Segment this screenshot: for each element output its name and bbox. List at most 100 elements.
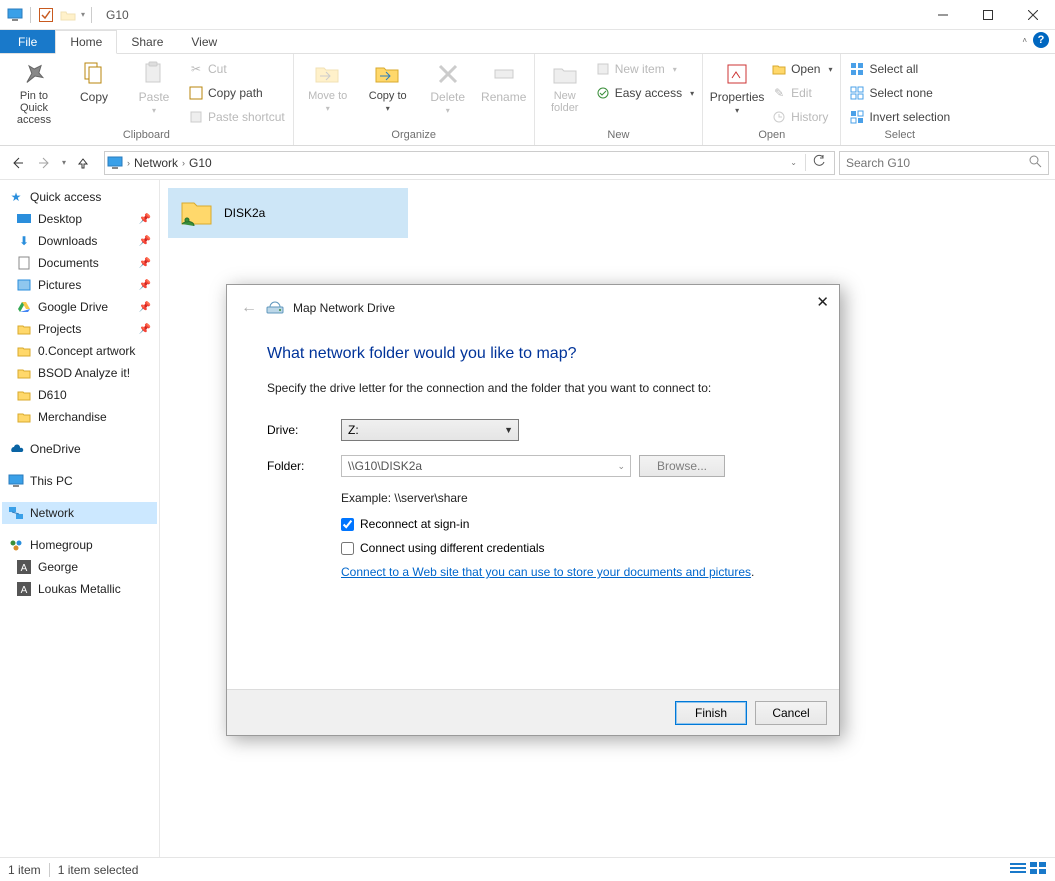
share-item-label: DISK2a [224,206,265,220]
breadcrumb-network[interactable]: Network [134,156,178,170]
finish-button[interactable]: Finish [675,701,747,725]
diff-credentials-input[interactable] [341,542,354,555]
new-item-icon [595,61,611,77]
network-icon [8,505,24,521]
sidebar-item-projects[interactable]: Projects📌 [2,318,157,340]
move-to-icon [312,60,344,88]
properties-button[interactable]: Properties▾ [709,56,765,115]
onedrive-icon [8,441,24,457]
sidebar-item-desktop[interactable]: Desktop📌 [2,208,157,230]
copy-to-label: Copy to [369,90,407,102]
ribbon: Pin to Quick access Copy Paste ▾ ✂Cut Co… [0,54,1055,146]
chevron-right-icon[interactable]: › [127,158,130,168]
folder-icon [16,409,32,425]
recent-locations-icon[interactable]: ▾ [62,158,66,167]
sidebar-hg-loukas[interactable]: ALoukas Metallic [2,578,157,600]
copy-button[interactable]: Copy [66,56,122,104]
close-button[interactable] [1010,0,1055,30]
copy-to-icon [372,60,404,88]
sidebar-homegroup[interactable]: Homegroup [2,534,157,556]
chevron-down-icon: ▾ [828,65,832,74]
tab-file[interactable]: File [0,30,55,53]
easy-access-button[interactable]: Easy access▾ [593,82,696,104]
chevron-right-icon[interactable]: › [182,158,185,168]
select-all-button[interactable]: Select all [847,58,952,80]
history-button: History [769,106,834,128]
chevron-down-icon: ▼ [504,425,513,435]
reconnect-input[interactable] [341,518,354,531]
select-none-icon [849,85,865,101]
ribbon-collapse-icon[interactable]: ˄ [1022,36,1027,45]
search-icon[interactable] [1028,154,1042,171]
minimize-button[interactable] [920,0,965,30]
nav-up-button[interactable] [72,152,94,174]
share-item[interactable]: DISK2a [168,188,408,238]
sidebar-label: Desktop [38,212,82,226]
diff-credentials-checkbox[interactable]: Connect using different credentials [341,541,799,555]
copy-path-button[interactable]: Copy path [186,82,287,104]
history-label: History [791,110,828,124]
refresh-icon[interactable] [805,154,832,171]
sidebar-thispc[interactable]: This PC [2,470,157,492]
chevron-down-icon: ▾ [152,106,156,115]
large-icons-view-button[interactable] [1029,861,1047,878]
details-view-button[interactable] [1009,861,1027,878]
sidebar-item-pictures[interactable]: Pictures📌 [2,274,157,296]
pin-to-quick-access-button[interactable]: Pin to Quick access [6,56,62,126]
qat-check-icon[interactable] [37,6,55,24]
folder-combo[interactable]: \\G10\DISK2a ⌄ [341,455,631,477]
pin-icon [18,60,50,88]
sidebar-onedrive[interactable]: OneDrive [2,438,157,460]
address-bar[interactable]: › Network › G10 ⌄ [104,151,835,175]
folder-value: \\G10\DISK2a [348,459,422,473]
sidebar-item-documents[interactable]: Documents📌 [2,252,157,274]
sidebar-item-concept-artwork[interactable]: 0.Concept artwork [2,340,157,362]
qat-overflow-icon[interactable]: ▾ [81,10,85,19]
search-input[interactable] [846,156,1028,170]
properties-label: Properties [710,90,765,104]
nav-forward-button[interactable] [34,152,56,174]
dialog-back-button[interactable]: ← [241,299,257,317]
tab-share[interactable]: Share [117,30,177,53]
sidebar-hg-george[interactable]: AGeorge [2,556,157,578]
invert-selection-button[interactable]: Invert selection [847,106,952,128]
tab-view[interactable]: View [177,30,231,53]
paste-label: Paste [139,90,170,104]
sidebar-label: Network [30,506,74,520]
nav-back-button[interactable] [6,152,28,174]
chevron-down-icon: ▾ [326,104,330,113]
maximize-button[interactable] [965,0,1010,30]
history-icon [771,109,787,125]
open-button[interactable]: Open▾ [769,58,834,80]
drive-select[interactable]: Z: ▼ [341,419,519,441]
cut-button: ✂Cut [186,58,287,80]
copy-to-button[interactable]: Copy to▾ [360,56,416,113]
tab-home[interactable]: Home [55,30,117,54]
connect-website-link[interactable]: Connect to a Web site that you can use t… [341,565,751,579]
address-dropdown-icon[interactable]: ⌄ [790,158,797,167]
sidebar-item-bsod[interactable]: BSOD Analyze it! [2,362,157,384]
sidebar-network[interactable]: Network [2,502,157,524]
sidebar-quick-access[interactable]: ★Quick access [2,186,157,208]
sidebar-label: This PC [30,474,73,488]
sidebar-item-google-drive[interactable]: Google Drive📌 [2,296,157,318]
sidebar-item-merchandise[interactable]: Merchandise [2,406,157,428]
qat-newfolder-icon[interactable] [59,6,77,24]
cancel-button[interactable]: Cancel [755,701,827,725]
search-box[interactable] [839,151,1049,175]
open-icon [771,61,787,77]
new-folder-icon [549,60,581,88]
copy-icon [78,60,110,88]
rename-icon [488,60,520,88]
breadcrumb-node[interactable]: G10 [189,156,212,170]
select-none-button[interactable]: Select none [847,82,952,104]
window-title: G10 [106,8,129,22]
sidebar-item-d610[interactable]: D610 [2,384,157,406]
new-group-label: New [541,129,696,145]
sidebar-item-downloads[interactable]: ⬇Downloads📌 [2,230,157,252]
reconnect-checkbox[interactable]: Reconnect at sign-in [341,517,799,531]
invert-selection-label: Invert selection [869,110,950,124]
browse-button[interactable]: Browse... [639,455,725,477]
help-icon[interactable]: ? [1033,32,1049,48]
dialog-close-button[interactable]: ✕ [816,293,829,311]
